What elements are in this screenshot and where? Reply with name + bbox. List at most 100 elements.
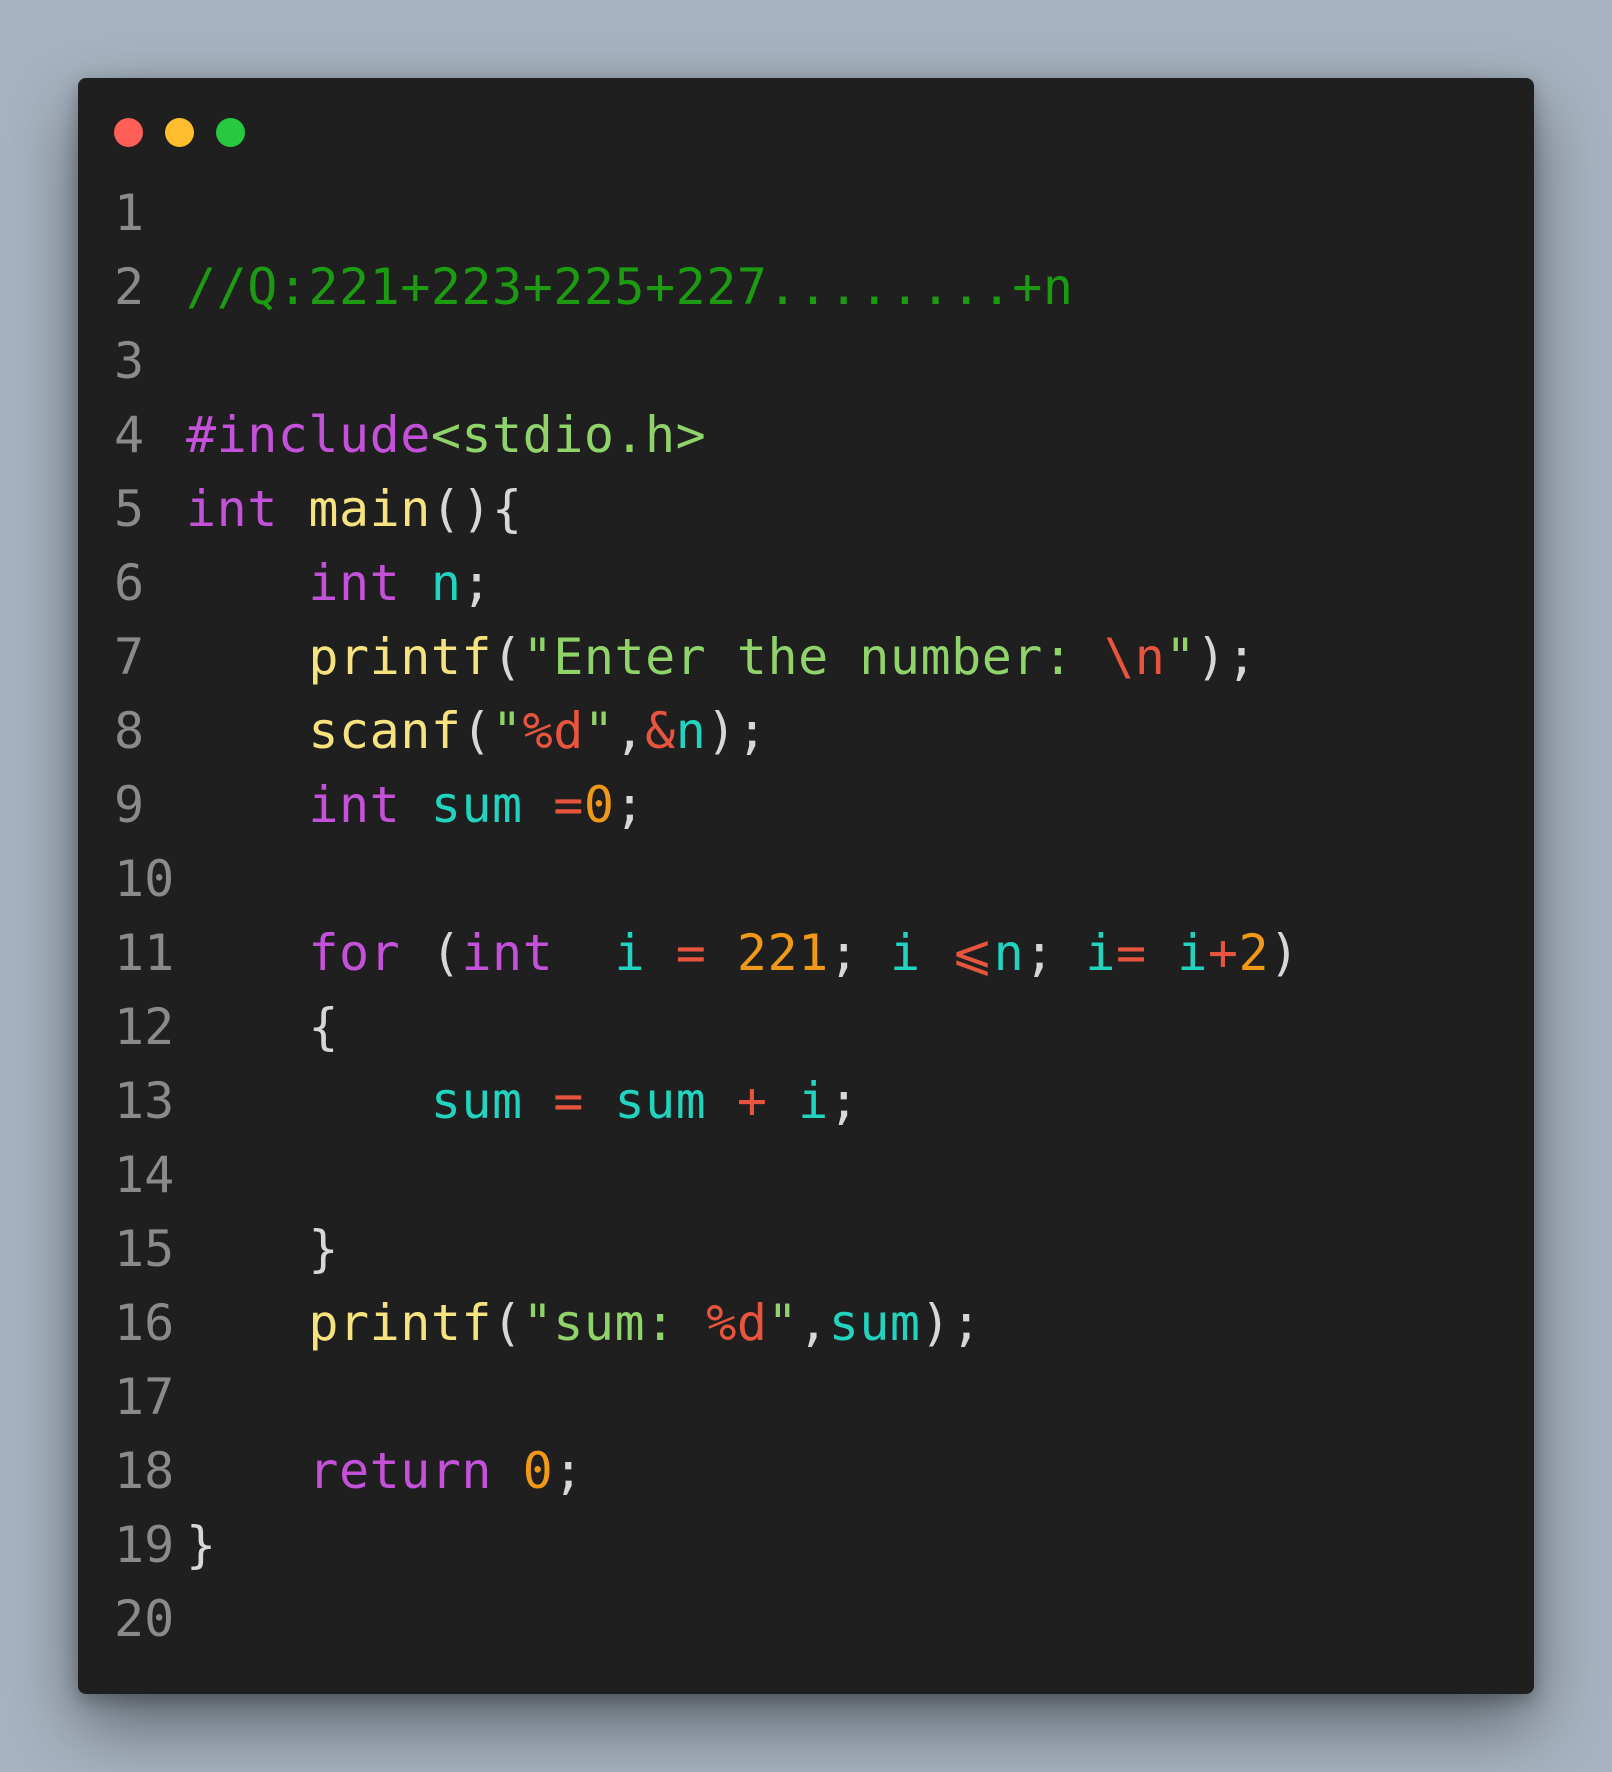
code-token-plain: );: [1195, 628, 1258, 686]
code-line: 7 printf("Enter the number: \n");: [114, 620, 1300, 694]
code-token-number: 0: [583, 776, 615, 834]
code-window: 1 2//Q:221+223+225+227........+n 3 4 #includ…: [78, 78, 1534, 1694]
code-token-plain: ;: [828, 924, 890, 982]
code-token-keyword: int: [308, 776, 401, 834]
line-content: #include<stdio.h>: [186, 398, 706, 472]
line-number: 20: [114, 1590, 175, 1648]
line-number: 2: [114, 258, 145, 316]
code-token-plain: (: [492, 628, 523, 686]
code-token-keyword: int: [461, 924, 554, 982]
code-token-plain: ;: [828, 1072, 860, 1130]
line-content: //Q:221+223+225+227........+n: [186, 250, 1073, 324]
line-number: 18: [114, 1442, 175, 1500]
line-number: 14: [114, 1146, 175, 1204]
line-content: sum = sum + i;: [186, 1064, 859, 1138]
code-token-plain: (: [492, 1294, 523, 1352]
code-token-variable: n: [430, 554, 462, 612]
code-token-variable: n: [675, 702, 707, 760]
code-token-plain: ;: [553, 1442, 584, 1500]
line-content: {: [186, 990, 339, 1064]
code-line: 8 scanf("%d",&n);: [114, 694, 1300, 768]
code-token-plain: ;: [614, 776, 646, 834]
code-line: 1: [114, 176, 1300, 250]
line-number: 15: [114, 1220, 175, 1278]
code-token-plain: (: [400, 924, 462, 982]
line-number: 13: [114, 1072, 175, 1130]
line-number: 12: [114, 998, 175, 1056]
code-token-variable: i: [1177, 924, 1208, 982]
line-number: 4: [114, 406, 145, 464]
code-token-keyword: return: [308, 1442, 493, 1500]
code-line: 13 sum = sum + i;: [114, 1064, 1300, 1138]
code-token-operator: =: [553, 776, 584, 834]
code-token-function: printf: [308, 628, 493, 686]
line-number: 6: [114, 554, 145, 612]
code-token-operator: %d: [706, 1294, 768, 1352]
code-token-plain: ): [1269, 924, 1300, 982]
code-line: 4 #include<stdio.h>: [114, 398, 1300, 472]
code-editor[interactable]: 1 2//Q:221+223+225+227........+n 3 4 #includ…: [114, 176, 1300, 1656]
close-button[interactable]: [114, 118, 143, 147]
code-token-string: ": [583, 702, 615, 760]
code-token-number: 2: [1238, 924, 1270, 982]
code-token-operator: +: [736, 1072, 768, 1130]
line-content: return 0;: [186, 1434, 584, 1508]
code-token-variable: n: [993, 924, 1025, 982]
code-token-function: printf: [308, 1294, 493, 1352]
line-number: 17: [114, 1368, 175, 1426]
code-token-keyword: int: [186, 480, 278, 538]
line-content: int main(){: [186, 472, 523, 546]
code-line: 15 }: [114, 1212, 1300, 1286]
line-content: int sum =0;: [186, 768, 645, 842]
line-content: printf("sum: %d",sum);: [186, 1286, 982, 1360]
code-line: 6 int n;: [114, 546, 1300, 620]
code-token-keyword: for: [308, 924, 401, 982]
code-token-string: "Enter the number:: [522, 628, 1105, 686]
line-content: printf("Enter the number: \n");: [186, 620, 1257, 694]
code-line: 12 {: [114, 990, 1300, 1064]
code-token-plain: ,: [798, 1294, 829, 1352]
window-controls: [114, 118, 245, 147]
code-token-plain: {: [186, 998, 340, 1056]
line-number: 10: [114, 850, 175, 908]
line-number: 5: [114, 480, 145, 538]
maximize-button[interactable]: [216, 118, 245, 147]
code-token-plain: ,: [614, 702, 646, 760]
code-token-keyword: int: [308, 554, 401, 612]
code-token-number: 0: [522, 1442, 554, 1500]
line-number: 8: [114, 702, 145, 760]
code-token-string: ": [767, 1294, 799, 1352]
line-content: }: [186, 1508, 217, 1582]
line-content: scanf("%d",&n);: [186, 694, 768, 768]
code-line: 18 return 0;: [114, 1434, 1300, 1508]
minimize-button[interactable]: [165, 118, 194, 147]
code-line: 11 for (int i = 221; i ⩽n; i= i+2): [114, 916, 1300, 990]
code-token-variable: sum: [828, 1294, 921, 1352]
line-number: 1: [114, 184, 145, 242]
code-line: 19}: [114, 1508, 1300, 1582]
code-line: 5 int main(){: [114, 472, 1300, 546]
code-token-plain: }: [186, 1516, 217, 1574]
code-token-plain: ;: [461, 554, 493, 612]
code-token-plain: );: [920, 1294, 982, 1352]
code-token-string: <stdio.h>: [430, 406, 707, 464]
code-token-string: ": [492, 702, 523, 760]
line-content: int n;: [186, 546, 492, 620]
code-line: 17: [114, 1360, 1300, 1434]
code-token-operator: =: [1116, 924, 1147, 982]
code-token-comment: //Q:221+223+225+227........+n: [186, 258, 1074, 316]
code-token-operator: =: [675, 924, 707, 982]
code-line: 3: [114, 324, 1300, 398]
code-token-string: ": [1165, 628, 1196, 686]
